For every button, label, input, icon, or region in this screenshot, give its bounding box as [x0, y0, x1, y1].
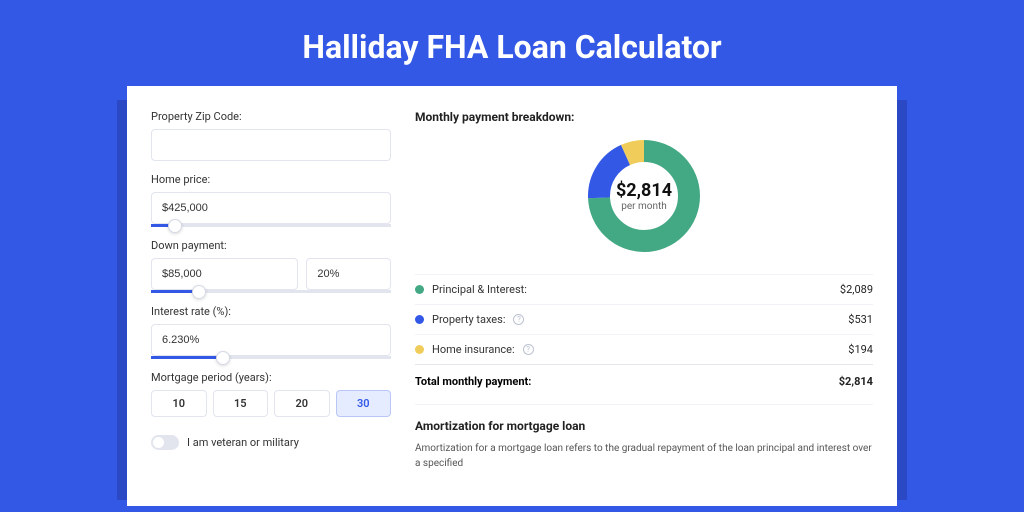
veteran-toggle[interactable] [151, 435, 179, 450]
legend-dot-icon [415, 315, 424, 324]
home-price-slider[interactable] [151, 224, 391, 227]
total-label: Total monthly payment: [415, 375, 531, 388]
down-payment-pct-input[interactable] [306, 258, 391, 290]
legend-row: Property taxes:? $531 [415, 304, 873, 334]
legend-value: $2,089 [840, 283, 873, 296]
legend-dot-icon [415, 345, 424, 354]
donut-chart-container: $2,814 per month [415, 130, 873, 268]
legend-row: Principal & Interest: $2,089 [415, 274, 873, 304]
slider-thumb[interactable] [192, 285, 206, 299]
donut-sub: per month [621, 201, 667, 212]
period-button-10[interactable]: 10 [151, 390, 207, 417]
slider-thumb[interactable] [168, 219, 182, 233]
interest-rate-slider[interactable] [151, 356, 391, 359]
calculator-card: Property Zip Code: Home price: Down paym… [127, 86, 897, 506]
breakdown-legend: Principal & Interest: $2,089 Property taxe… [415, 274, 873, 364]
legend-row: Home insurance:? $194 [415, 334, 873, 364]
home-price-label: Home price: [151, 173, 391, 186]
legend-value: $194 [848, 343, 873, 356]
zip-label: Property Zip Code: [151, 110, 391, 123]
zip-input[interactable] [151, 129, 391, 161]
period-button-30[interactable]: 30 [336, 390, 392, 417]
page-title: Halliday FHA Loan Calculator [0, 0, 1024, 86]
info-icon[interactable]: ? [513, 314, 524, 325]
down-payment-input[interactable] [151, 258, 298, 290]
legend-label: Property taxes: [432, 313, 505, 326]
veteran-toggle-label: I am veteran or military [187, 436, 299, 449]
amortization-section: Amortization for mortgage loan Amortizat… [415, 404, 873, 471]
donut-amount: $2,814 [616, 180, 672, 201]
breakdown-title: Monthly payment breakdown: [415, 110, 873, 124]
interest-rate-label: Interest rate (%): [151, 305, 391, 318]
results-column: Monthly payment breakdown: $2,814 per mo… [415, 110, 873, 482]
legend-dot-icon [415, 285, 424, 294]
period-button-15[interactable]: 15 [213, 390, 269, 417]
donut-chart: $2,814 per month [584, 136, 704, 256]
amortization-title: Amortization for mortgage loan [415, 419, 873, 433]
slider-thumb[interactable] [216, 351, 230, 365]
amortization-text: Amortization for a mortgage loan refers … [415, 441, 873, 471]
down-payment-label: Down payment: [151, 239, 391, 252]
legend-label: Home insurance: [432, 343, 515, 356]
info-icon[interactable]: ? [523, 344, 534, 355]
mortgage-period-label: Mortgage period (years): [151, 371, 391, 384]
period-button-20[interactable]: 20 [274, 390, 330, 417]
down-payment-slider[interactable] [151, 290, 391, 293]
interest-rate-input[interactable] [151, 324, 391, 356]
mortgage-period-group: 10152030 [151, 390, 391, 417]
total-row: Total monthly payment: $2,814 [415, 364, 873, 398]
form-column: Property Zip Code: Home price: Down paym… [151, 110, 391, 482]
legend-value: $531 [848, 313, 873, 326]
legend-label: Principal & Interest: [432, 283, 527, 296]
total-value: $2,814 [839, 375, 873, 388]
home-price-input[interactable] [151, 192, 391, 224]
